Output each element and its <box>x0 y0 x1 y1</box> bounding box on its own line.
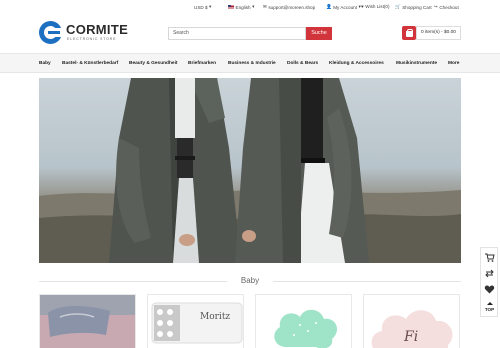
chevron-down-icon: ▾ <box>252 4 255 9</box>
product-image-text: Moritz <box>200 312 231 322</box>
logo-mark-icon <box>39 21 62 44</box>
nav-item-business[interactable]: Business & Industrie <box>228 61 276 66</box>
cart-icon[interactable] <box>402 26 416 40</box>
nav-item-bastel[interactable]: Bastel- & Künstlerbedarf <box>62 61 118 66</box>
user-icon: 👤 <box>326 4 332 9</box>
nav-item-musik[interactable]: Musikinstrumente <box>396 61 437 66</box>
envelope-icon: ✉ <box>263 4 267 9</box>
product-image-pink-pillow <box>40 295 135 348</box>
checkout-link[interactable]: ↪ Checkout <box>434 4 459 10</box>
nav-item-briefmarken[interactable]: Briefmarken <box>188 61 216 66</box>
heart-icon: ♥ <box>361 4 364 9</box>
nav-item-kleidung[interactable]: Kleidung & Accessoires <box>329 61 384 66</box>
product-card[interactable] <box>39 294 136 348</box>
nav-item-baby[interactable]: Baby <box>39 61 51 66</box>
hero-illustration <box>39 78 461 263</box>
search-input[interactable]: Search <box>168 27 306 40</box>
search-button[interactable]: Suche <box>306 27 332 40</box>
nav-item-dolls[interactable]: Dolls & Bears <box>287 61 318 66</box>
product-image-text: Fi <box>404 329 419 345</box>
my-account-label: My Account <box>333 4 357 10</box>
product-card[interactable]: Fi <box>363 294 460 348</box>
chevron-down-icon: ▾ <box>209 4 212 9</box>
product-image-mint-cloud <box>256 295 351 348</box>
heart-icon[interactable] <box>484 284 495 295</box>
my-account-link[interactable]: 👤 My Account ▾ <box>326 4 361 10</box>
product-card[interactable] <box>255 294 352 348</box>
category-nav: Baby Bastel- & Künstlerbedarf Beauty & G… <box>0 53 500 73</box>
section-divider-right <box>273 281 461 282</box>
language-selector[interactable]: English ▾ <box>228 4 254 10</box>
checkout-icon: ↪ <box>434 4 438 9</box>
shopping-cart-label: Shopping Cart <box>402 4 432 10</box>
support-email: support@moreen.shop <box>268 4 316 10</box>
brand-tagline: ELECTRONIC STORE <box>67 37 117 41</box>
brand-name: CORMITE <box>66 22 129 37</box>
nav-item-more[interactable]: More <box>448 61 459 66</box>
top-utility-bar: USD $ ▾ English ▾ ✉ support@moreen.shop 👤 My… <box>0 0 500 13</box>
currency-label: USD $ <box>194 4 208 10</box>
wish-list-label: Wish List(0) <box>365 4 390 9</box>
us-flag-icon <box>228 5 234 9</box>
cart-icon: 🛒 <box>395 4 401 9</box>
arrow-up-icon[interactable] <box>487 302 493 305</box>
checkout-label: Checkout <box>439 4 459 10</box>
shopping-cart-link[interactable]: 🛒 Shopping Cart <box>395 4 432 10</box>
cart-icon[interactable] <box>484 252 495 263</box>
back-to-top-label[interactable]: TOP <box>481 307 498 312</box>
language-label: English <box>235 4 251 10</box>
cart-summary-button[interactable]: 0 item(s) - $0.00 <box>416 26 461 40</box>
nav-item-beauty[interactable]: Beauty & Gesundheit <box>129 61 178 66</box>
wish-list-link[interactable]: ♥ Wish List(0) <box>361 4 389 9</box>
support-email-link[interactable]: ✉ support@moreen.shop <box>263 4 315 10</box>
currency-selector[interactable]: USD $ ▾ <box>194 4 211 10</box>
product-card[interactable]: Moritz <box>147 294 244 348</box>
hero-banner-image[interactable] <box>39 78 461 263</box>
